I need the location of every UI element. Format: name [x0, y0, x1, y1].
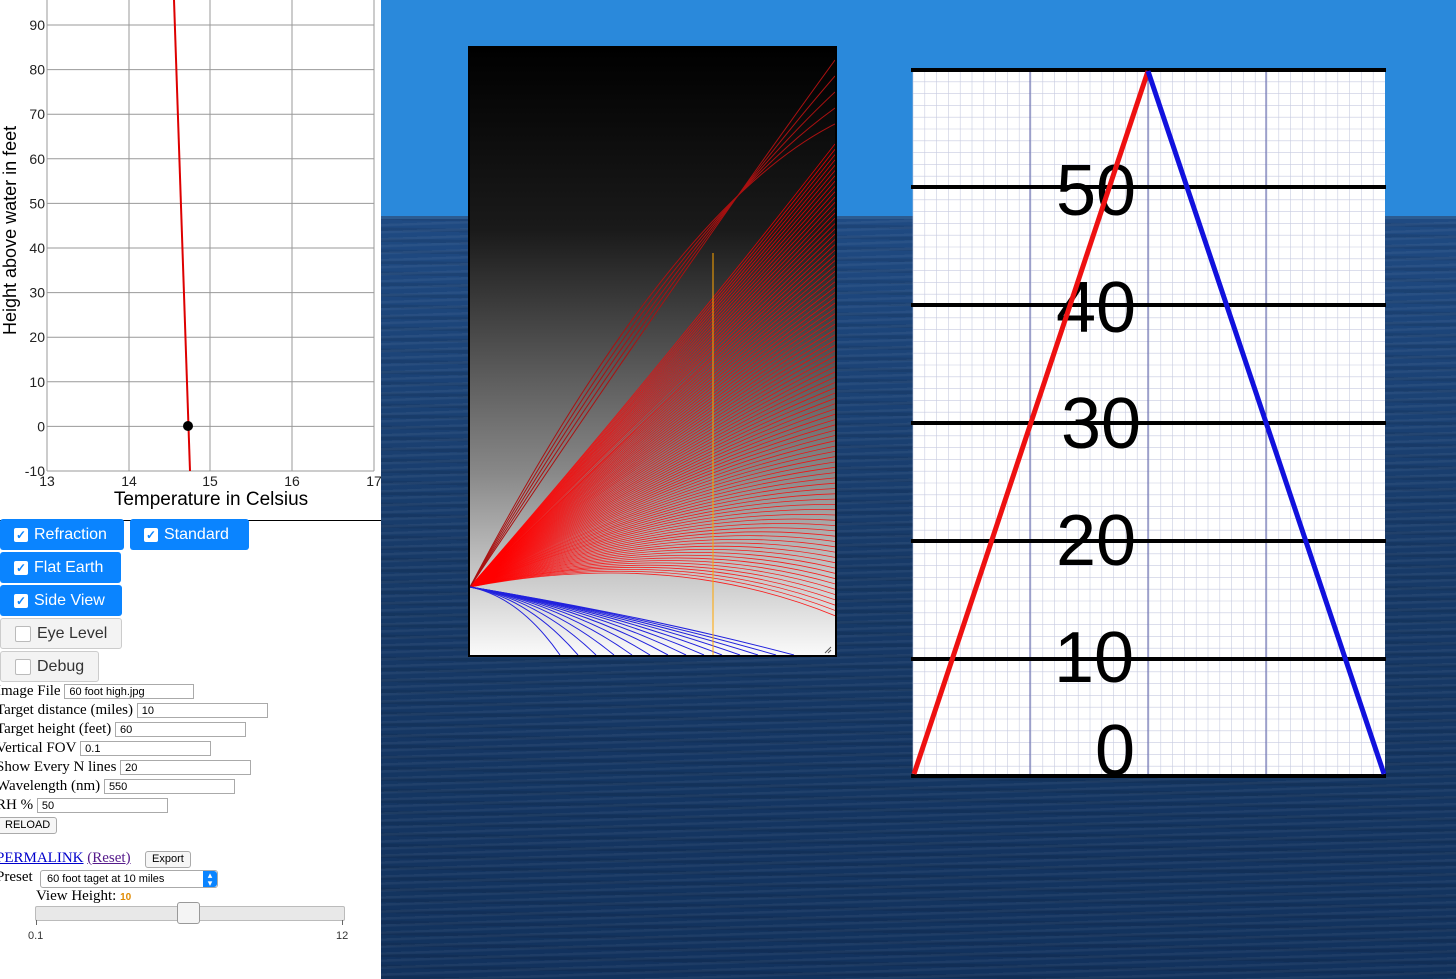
- wavelength-input[interactable]: [103, 779, 235, 795]
- y-tick-label: 90: [29, 17, 45, 33]
- target-height-row: Target height (feet): [0, 721, 247, 740]
- ray-diagram-canvas: [470, 48, 835, 655]
- refraction-label: Refraction: [34, 525, 107, 543]
- x-tick-label: 13: [39, 473, 55, 489]
- x-tick-label: 15: [202, 473, 218, 489]
- x-tick-label: 14: [121, 473, 137, 489]
- target-grid-canvas: 50403020100: [911, 68, 1387, 791]
- standard-label: Standard: [164, 525, 229, 543]
- view-height-slider-thumb[interactable]: [177, 902, 200, 924]
- y-tick-label: 20: [29, 329, 45, 345]
- y-tick-label: 70: [29, 106, 45, 122]
- slider-min-tick: [36, 920, 37, 925]
- show-every-row: Show Every N lines: [0, 759, 252, 778]
- view-point-marker: [183, 421, 193, 431]
- refraction-toggle[interactable]: ✓ Refraction: [0, 519, 124, 550]
- y-tick-label: 80: [29, 62, 45, 78]
- preset-label: Preset: [0, 869, 33, 885]
- vertical-fov-input[interactable]: [80, 741, 212, 757]
- x-tick-label: 16: [284, 473, 300, 489]
- view-height-row: View Height: 10: [36, 888, 131, 905]
- show-every-label: Show Every N lines: [0, 759, 117, 775]
- rh-label: RH %: [0, 797, 34, 813]
- side-view-label: Side View: [34, 591, 105, 609]
- vertical-fov-row: Vertical FOV: [0, 740, 212, 759]
- target-grid: 50 40 30 20 10 0: [911, 68, 1387, 791]
- permalink-link[interactable]: PERMALINK: [0, 850, 84, 866]
- simulated-view: 50 40 30 20 10 0: [381, 0, 1456, 979]
- height-label: 30: [1061, 384, 1141, 464]
- y-tick-label: 50: [29, 195, 45, 211]
- target-distance-label: Target distance (miles): [0, 702, 133, 718]
- temperature-line: [173, 0, 191, 472]
- debug-label: Debug: [37, 657, 85, 675]
- wavelength-row: Wavelength (nm): [0, 778, 235, 797]
- height-label: 10: [1054, 618, 1134, 698]
- ray-diagram: [468, 46, 837, 657]
- checkbox-unchecked-icon: [15, 625, 31, 642]
- y-tick-label: 10: [29, 374, 45, 390]
- view-height-label: View Height:: [36, 888, 117, 904]
- permalink-row: PERMALINK (Reset): [0, 850, 131, 869]
- control-panel: 90 80 70 60 50 40 30 20 10 0 -10 13 14 15 16 17 Height…: [0, 0, 381, 979]
- side-view-toggle[interactable]: ✓ Side View: [0, 585, 122, 616]
- checkbox-unchecked-icon: [15, 658, 31, 675]
- reset-link[interactable]: (Reset): [87, 850, 130, 866]
- y-tick-label: 40: [29, 240, 45, 256]
- reload-button[interactable]: RELOAD: [0, 817, 58, 834]
- y-axis-label: Height above water in feet: [0, 126, 20, 335]
- target-distance-row: Target distance (miles): [0, 702, 268, 721]
- checkbox-checked-icon: ✓: [14, 560, 28, 575]
- export-button[interactable]: Export: [145, 851, 191, 868]
- temperature-profile-graph: 9080706050403020100-10 13 14 15 16 17 Height…: [0, 0, 381, 510]
- preset-select[interactable]: 60 foot taget at 10 miles ▴ ▾: [40, 870, 218, 888]
- preset-value: 60 foot taget at 10 miles: [47, 873, 165, 885]
- eye-level-toggle[interactable]: Eye Level: [0, 618, 122, 649]
- preset-row: Preset: [0, 869, 33, 888]
- target-distance-input[interactable]: [136, 703, 268, 719]
- checkbox-checked-icon: ✓: [14, 527, 28, 542]
- vertical-fov-label: Vertical FOV: [0, 740, 77, 756]
- height-label: 50: [1056, 151, 1136, 231]
- target-height-label: Target height (feet): [0, 721, 112, 737]
- x-axis-ticks: 13 14 15 16 17: [39, 473, 381, 489]
- slider-min-label: 0.1: [28, 930, 44, 942]
- standard-toggle[interactable]: ✓ Standard: [130, 519, 249, 550]
- target-height-input[interactable]: [115, 722, 247, 738]
- eye-level-label: Eye Level: [37, 624, 108, 642]
- slider-max-label: 12: [336, 930, 349, 942]
- y-tick-label: 30: [29, 285, 45, 301]
- checkbox-checked-icon: ✓: [144, 527, 158, 542]
- x-tick-label: 17: [366, 473, 381, 489]
- rh-input[interactable]: [36, 798, 168, 814]
- image-file-input[interactable]: [64, 684, 195, 700]
- slider-max-tick: [342, 920, 343, 925]
- y-tick-label: 0: [37, 418, 45, 434]
- height-label: 0: [1095, 711, 1135, 778]
- checkbox-checked-icon: ✓: [14, 593, 28, 608]
- wavelength-label: Wavelength (nm): [0, 778, 101, 794]
- x-axis-label: Temperature in Celsius: [114, 489, 308, 510]
- rh-row: RH %: [0, 797, 168, 816]
- y-tick-label: 60: [29, 151, 45, 167]
- image-file-label: Image File: [0, 683, 61, 699]
- show-every-input[interactable]: [120, 760, 252, 776]
- flat-earth-label: Flat Earth: [34, 558, 104, 576]
- graph-grid: [46, 0, 375, 472]
- flat-earth-toggle[interactable]: ✓ Flat Earth: [0, 552, 121, 583]
- view-height-value: 10: [120, 892, 132, 903]
- height-label: 20: [1056, 501, 1136, 581]
- select-arrows-icon: ▴ ▾: [203, 871, 217, 888]
- debug-toggle[interactable]: Debug: [0, 651, 99, 682]
- y-axis-ticks: 9080706050403020100-10: [25, 17, 45, 479]
- image-file-row: Image File: [0, 683, 195, 702]
